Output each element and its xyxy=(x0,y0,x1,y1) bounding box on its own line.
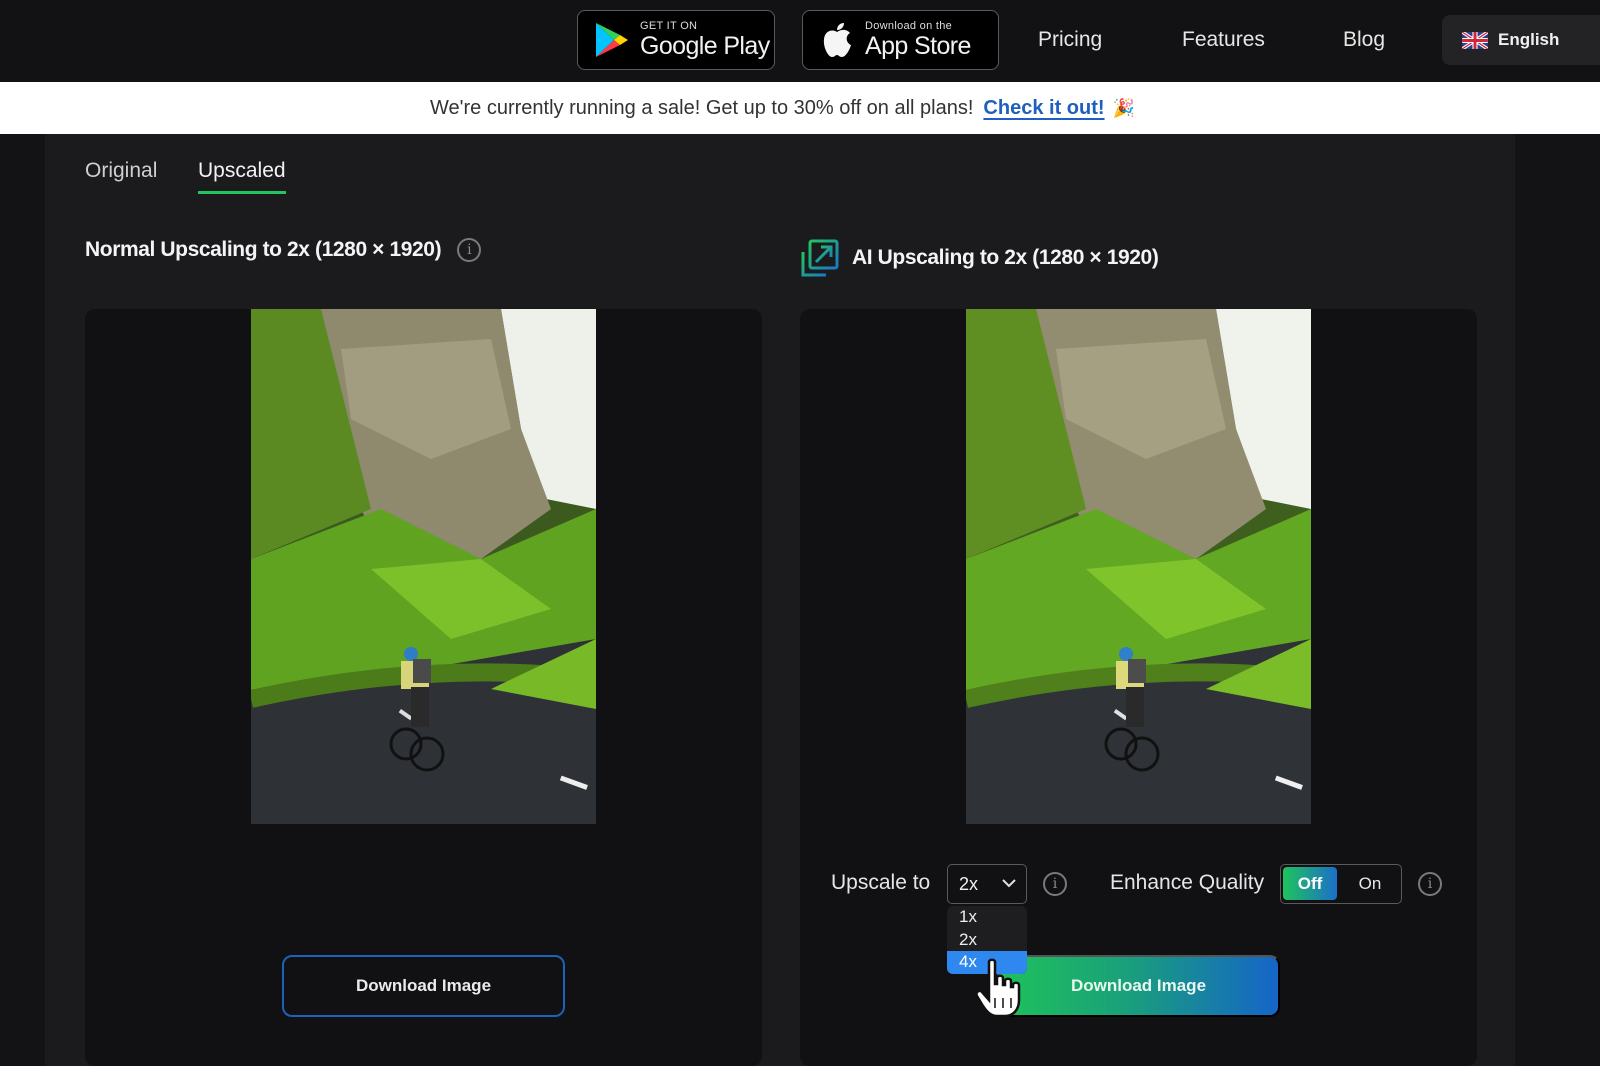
right-gutter xyxy=(1515,134,1600,1066)
google-play-small-text: GET IT ON xyxy=(640,20,698,32)
uk-flag-icon xyxy=(1462,31,1488,49)
enhance-info-icon[interactable]: i xyxy=(1418,872,1442,896)
tab-upscaled[interactable]: Upscaled xyxy=(198,159,286,194)
google-play-big-text: Google Play xyxy=(640,32,770,60)
apple-icon xyxy=(817,20,857,60)
chevron-down-icon xyxy=(1002,879,1016,888)
top-navbar: GET IT ON Google Play Download on the Ap… xyxy=(0,0,1600,82)
google-play-badge[interactable]: GET IT ON Google Play xyxy=(577,10,775,70)
normal-upscale-preview: Download Image xyxy=(85,309,762,1066)
upscale-factor-dropdown: 1x 2x 4x xyxy=(947,906,1027,974)
sale-banner: We're currently running a sale! Get up t… xyxy=(0,82,1600,134)
ai-upscaling-title: AI Upscaling to 2x (1280 × 1920) xyxy=(852,246,1159,269)
google-play-icon xyxy=(592,20,632,60)
dropdown-option-4x[interactable]: 4x xyxy=(947,951,1027,974)
nav-features-link[interactable]: Features xyxy=(1182,28,1265,52)
tab-original[interactable]: Original xyxy=(85,159,157,191)
enhance-off-option[interactable]: Off xyxy=(1283,867,1337,900)
ai-upscale-icon xyxy=(801,239,839,277)
language-label: English xyxy=(1498,30,1560,49)
app-store-badge[interactable]: Download on the App Store xyxy=(802,10,999,70)
enhance-on-option[interactable]: On xyxy=(1343,867,1397,900)
nav-blog-link[interactable]: Blog xyxy=(1343,28,1385,52)
upscale-factor-select[interactable]: 2x xyxy=(947,864,1027,904)
app-store-big-text: App Store xyxy=(865,32,971,60)
download-ai-image-button[interactable]: Download Image xyxy=(997,955,1280,1017)
upscale-info-icon[interactable]: i xyxy=(1043,872,1067,896)
ai-upscale-preview: Upscale to 2x i Enhance Quality Off On i… xyxy=(800,309,1477,1066)
nav-pricing-link[interactable]: Pricing xyxy=(1038,28,1102,52)
sale-text: We're currently running a sale! Get up t… xyxy=(430,96,974,119)
upscale-factor-value: 2x xyxy=(959,873,979,894)
normal-upscaling-title: Normal Upscaling to 2x (1280 × 1920) xyxy=(85,238,442,261)
dropdown-option-1x[interactable]: 1x xyxy=(947,906,1027,929)
download-normal-image-button[interactable]: Download Image xyxy=(282,955,565,1017)
dropdown-option-2x[interactable]: 2x xyxy=(947,929,1027,952)
info-icon[interactable]: i xyxy=(457,238,482,262)
sale-check-it-out-link[interactable]: Check it out! xyxy=(983,97,1104,120)
ai-upscaling-heading: AI Upscaling to 2x (1280 × 1920) xyxy=(800,238,1159,278)
upscale-to-label: Upscale to xyxy=(831,871,931,894)
enhance-quality-label: Enhance Quality xyxy=(1110,871,1265,894)
party-popper-icon: 🎉 xyxy=(1112,97,1135,118)
left-gutter xyxy=(0,134,45,1066)
upscale-result-panel: Original Upscaled Normal Upscaling to 2x… xyxy=(45,134,1515,1066)
app-store-small-text: Download on the xyxy=(865,20,953,32)
normal-upscaling-heading: Normal Upscaling to 2x (1280 × 1920) i xyxy=(85,238,482,262)
cyclist-photo-normal xyxy=(251,309,596,824)
enhance-quality-toggle[interactable]: Off On xyxy=(1280,864,1402,904)
cyclist-photo-ai xyxy=(966,309,1311,824)
language-selector[interactable]: English xyxy=(1442,15,1600,65)
